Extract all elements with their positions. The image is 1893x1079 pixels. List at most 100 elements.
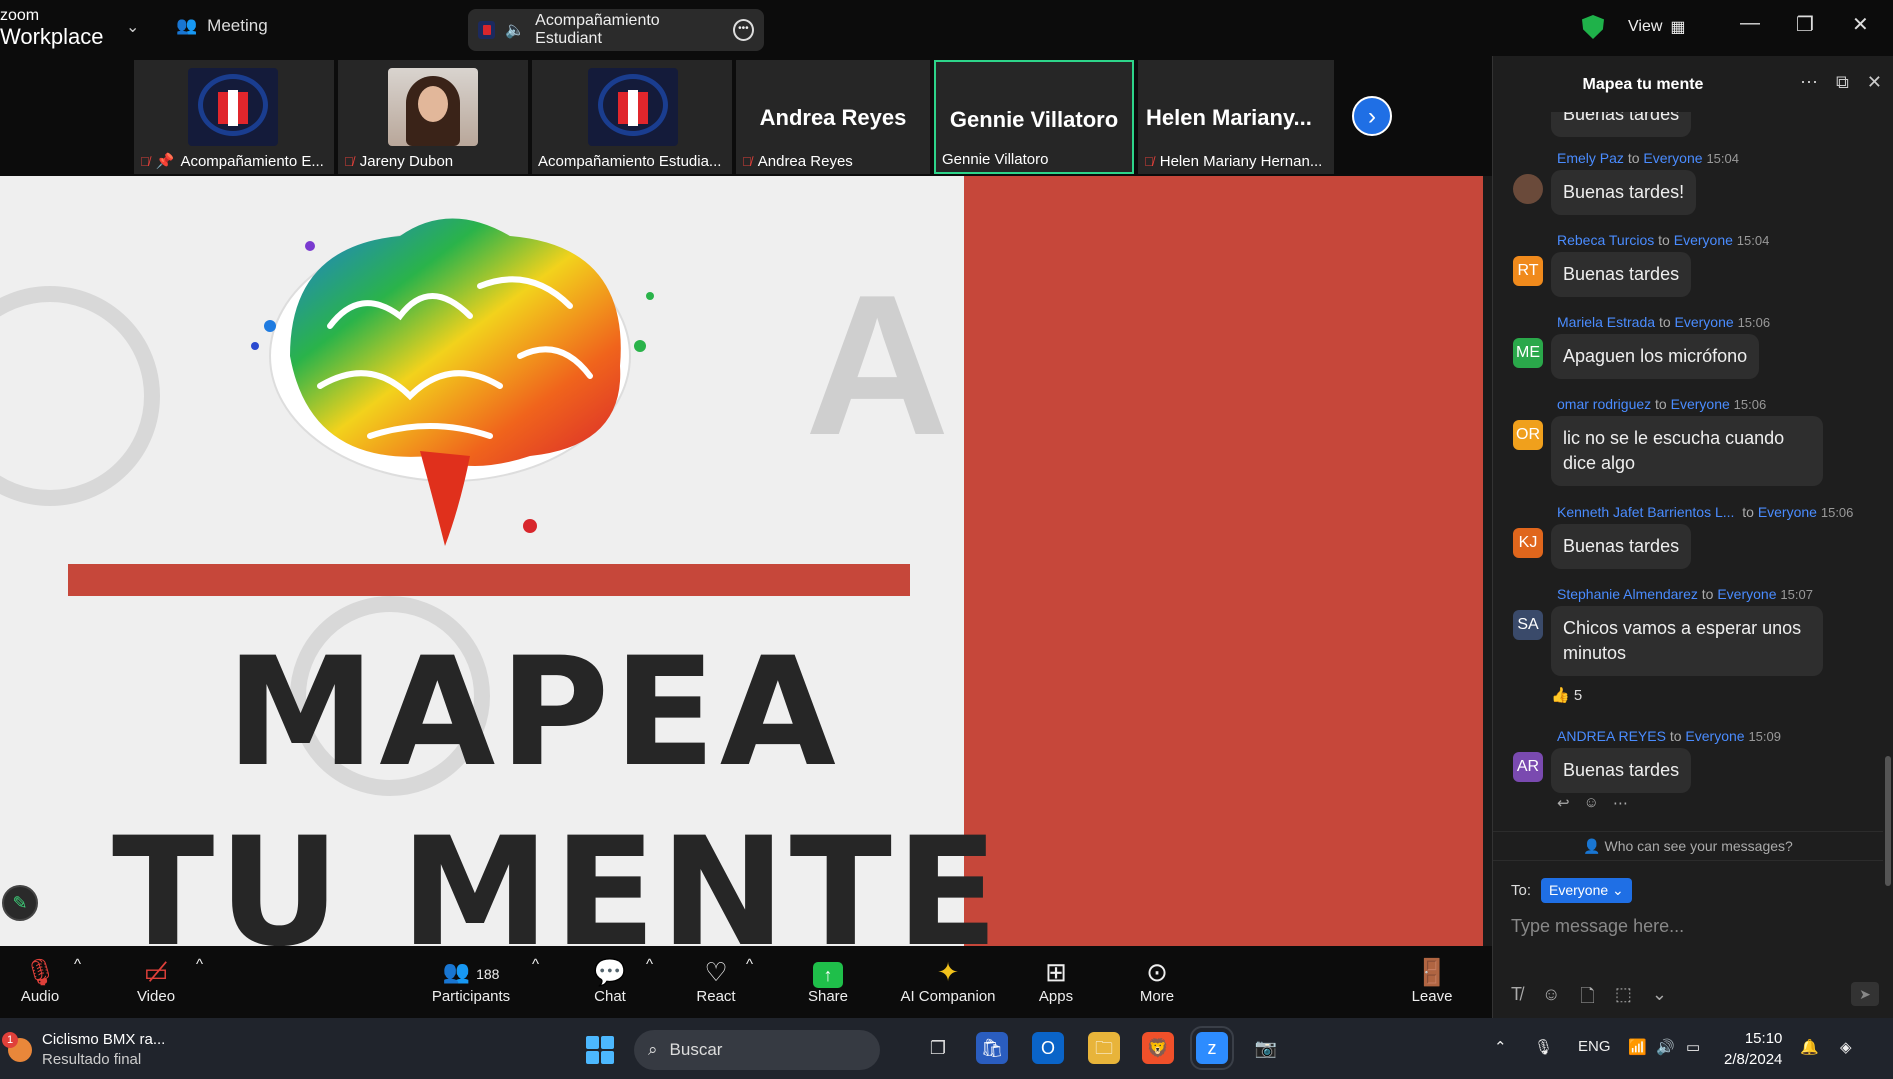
audio-options-chevron-icon[interactable]: ^ [74, 956, 81, 973]
close-chat-icon[interactable]: ✕ [1867, 72, 1882, 93]
send-icon[interactable]: ➤ [1851, 982, 1879, 1006]
to-word: to [1701, 586, 1714, 602]
copilot-icon[interactable]: ◈ [1840, 1038, 1852, 1056]
participants-chevron-icon[interactable]: ^ [532, 956, 539, 973]
chat-more-icon[interactable]: ⋯ [1800, 72, 1818, 93]
microphone-tray-icon[interactable]: 🎙 [1534, 1038, 1553, 1056]
org-logo-avatar [188, 68, 278, 146]
reply-icon[interactable]: ↩ [1557, 794, 1570, 812]
screenshot-icon[interactable]: ⬚ [1615, 984, 1632, 1014]
react-button[interactable]: ♡ React [694, 956, 738, 1005]
avatar: OR [1513, 420, 1543, 450]
share-button[interactable]: ↑ Share [804, 956, 852, 1005]
chevron-down-icon[interactable]: ⌄ [126, 17, 139, 37]
message-more-icon[interactable]: ⋯ [1613, 794, 1628, 812]
participants-button[interactable]: 👥 188 Participants [428, 956, 514, 1005]
more-options-icon[interactable]: ••• [732, 19, 754, 41]
participants-count: 188 [476, 966, 500, 982]
next-page-arrow-icon[interactable]: › [1352, 96, 1392, 136]
battery-icon[interactable]: ▭ [1686, 1038, 1700, 1056]
camera-app-icon[interactable]: 📷 [1250, 1032, 1282, 1064]
participant-tile-active-speaker[interactable]: Gennie Villatoro Gennie Villatoro [934, 60, 1134, 174]
file-explorer-icon[interactable]: 🗀 [1088, 1032, 1120, 1064]
participant-name: Acompañamiento Estudia... [538, 153, 722, 170]
wifi-icon[interactable]: 📶 [1628, 1038, 1647, 1056]
participant-name: Gennie Villatoro [942, 151, 1049, 168]
format-text-icon[interactable]: T̸ [1511, 984, 1522, 1014]
brand-line1: zoom [0, 7, 40, 24]
view-button[interactable]: View ▦ [1628, 17, 1686, 37]
meeting-title-pill[interactable]: 🔈 Acompañamiento Estudiant ••• [468, 9, 764, 51]
volume-icon[interactable]: 🔊 [1656, 1038, 1675, 1056]
leave-button[interactable]: 🚪 Leave [1410, 956, 1454, 1005]
apps-label: Apps [1038, 988, 1074, 1005]
thumbs-up-reaction[interactable]: 👍 5 [1551, 686, 1582, 704]
participant-tile[interactable]: 🎙̸ Jareny Dubon [338, 60, 528, 174]
message-line: dice algo [1563, 453, 1636, 473]
mic-off-icon: 🎙̸ [344, 154, 354, 169]
participant-tile[interactable]: Helen Mariany... 🎙̸ Helen Mariany Hernan.… [1138, 60, 1334, 174]
language-indicator[interactable]: ENG [1578, 1038, 1611, 1055]
participant-name: Helen Mariany Hernan... [1159, 153, 1323, 170]
message-bubble: lic no se le escucha cuando dice algo [1551, 416, 1823, 486]
brave-browser-icon[interactable]: 🦁 [1142, 1032, 1174, 1064]
close-icon[interactable]: ✕ [1852, 12, 1869, 37]
leave-door-icon: 🚪 [1415, 957, 1449, 987]
recipient-dropdown[interactable]: Everyone ⌄ [1541, 878, 1632, 903]
sender-name[interactable]: ANDREA REYES [1557, 728, 1666, 744]
who-can-see-link[interactable]: 👤 Who can see your messages? [1493, 831, 1883, 861]
minimize-icon[interactable]: — [1740, 12, 1760, 35]
meeting-menu-button[interactable]: 👥 Meeting [176, 16, 268, 36]
annotate-pen-icon[interactable]: ✎ [2, 885, 38, 921]
system-clock[interactable]: 15:10 2/8/2024 [1724, 1028, 1782, 1070]
notification-bell-icon[interactable]: 🔔 [1800, 1038, 1819, 1056]
apps-button[interactable]: ⊞ Apps [1036, 956, 1076, 1005]
show-hidden-icons-chevron[interactable]: ⌃ [1494, 1038, 1507, 1056]
task-view-icon[interactable]: ❐ [922, 1032, 954, 1064]
add-reaction-icon[interactable]: ☺ [1584, 794, 1599, 812]
more-button[interactable]: ⊙ More [1136, 956, 1178, 1005]
windows-start-icon[interactable] [586, 1036, 614, 1064]
participants-icon: 👥 188 [442, 959, 500, 984]
video-button[interactable]: ▭̸ Video [132, 956, 180, 1005]
view-label: View [1628, 18, 1663, 35]
message-input[interactable]: Type message here... [1511, 916, 1684, 937]
zoom-app-icon[interactable]: z [1190, 1026, 1234, 1070]
chat-message-list: Buenas tardes Emely Paz to Everyone 15:0… [1493, 112, 1883, 832]
sender-name[interactable]: Stephanie Almendarez [1557, 586, 1698, 602]
chat-scrollbar[interactable] [1885, 756, 1891, 886]
zoom-workplace-logo[interactable]: zoom Workplace [0, 8, 104, 48]
message-bubble: Apaguen los micrófono [1551, 334, 1760, 379]
restore-icon[interactable]: ❐ [1796, 12, 1814, 37]
message-line: minutos [1563, 643, 1627, 663]
ai-companion-button[interactable]: ✦ AI Companion [896, 956, 1000, 1005]
store-icon[interactable]: 🛍 [976, 1032, 1008, 1064]
emoji-icon[interactable]: ☺ [1542, 984, 1560, 1014]
chevron-down-icon[interactable]: ⌄ [1652, 984, 1667, 1014]
taskbar-search[interactable]: ⌕ Buscar [634, 1030, 880, 1070]
heart-icon: ♡ [704, 957, 728, 987]
security-shield-icon[interactable] [1582, 15, 1604, 39]
news-widget[interactable]: 1 Ciclismo BMX ra... Resultado final [2, 1030, 165, 1070]
sender-name[interactable]: omar rodriguez [1557, 396, 1651, 412]
audio-button[interactable]: 🎙 Audio [18, 956, 62, 1005]
sender-name[interactable]: Kenneth Jafet Barrientos L... [1557, 504, 1734, 520]
sender-name[interactable]: Emely Paz [1557, 150, 1624, 166]
participant-name: Andrea Reyes [757, 153, 853, 170]
popout-icon[interactable]: ⧉ [1836, 72, 1849, 93]
ai-companion-label: AI Companion [900, 988, 996, 1005]
video-options-chevron-icon[interactable]: ^ [196, 956, 203, 973]
outlook-icon[interactable]: O [1032, 1032, 1064, 1064]
react-chevron-icon[interactable]: ^ [746, 956, 753, 973]
sender-name[interactable]: Rebeca Turcios [1557, 232, 1654, 248]
chat-chevron-icon[interactable]: ^ [646, 956, 653, 973]
people-lock-icon: 👤 [1583, 838, 1601, 854]
chat-button[interactable]: 💬 Chat [588, 956, 632, 1005]
participant-tile[interactable]: 🎙̸ 📌 Acompañamiento E... [134, 60, 334, 174]
file-icon[interactable]: 🗋 [1580, 984, 1594, 1014]
avatar: SA [1513, 610, 1543, 640]
sender-name[interactable]: Mariela Estrada [1557, 314, 1655, 330]
apps-grid-icon: ⊞ [1045, 957, 1067, 987]
participant-tile[interactable]: Andrea Reyes 🎙̸ Andrea Reyes [736, 60, 930, 174]
participant-tile[interactable]: Acompañamiento Estudia... [532, 60, 732, 174]
